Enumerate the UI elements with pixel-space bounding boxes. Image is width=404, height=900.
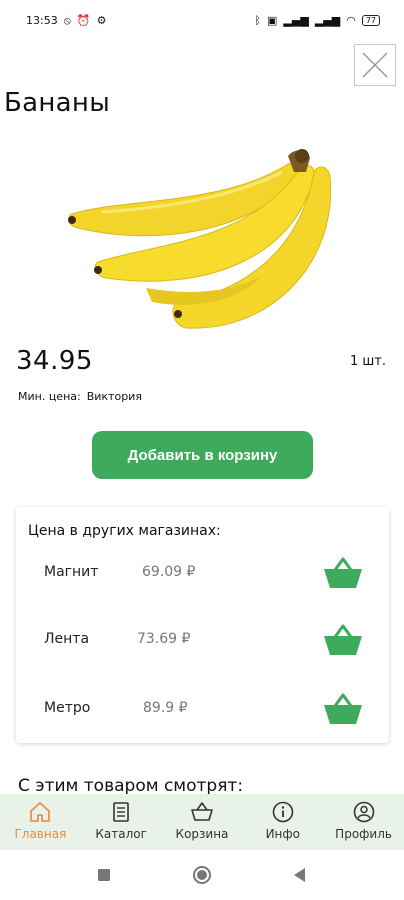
min-price-store: Виктория	[86, 390, 142, 403]
shop-price: 69.09 ₽	[142, 564, 196, 580]
home-icon	[30, 802, 51, 822]
related-title: С этим товаром смотрят:	[18, 776, 244, 796]
product-image	[68, 149, 332, 329]
product-unit: 1 шт.	[349, 354, 386, 369]
nav-item-catalog[interactable]: Каталог	[85, 800, 157, 841]
status-time: 13:53	[26, 13, 58, 27]
shop-row: Магнит 69.09 ₽	[16, 554, 389, 594]
shop-row: Лента 73.69 ₽	[16, 621, 389, 661]
product-title: Бананы	[4, 88, 111, 118]
shop-row: Метро 89.9 ₽	[16, 690, 389, 730]
product-price: 34.95	[16, 346, 93, 376]
back-triangle-icon	[294, 868, 305, 882]
other-shops-title: Цена в других магазинах:	[28, 523, 221, 539]
basket-icon[interactable]	[321, 690, 365, 730]
nav-item-home[interactable]: Главная	[4, 800, 76, 841]
status-left: 13:53 ⦸ ⏰ ⚙	[26, 14, 106, 27]
other-shops-card: Цена в других магазинах: Магнит 69.09 ₽ …	[16, 507, 389, 743]
nfc-icon: ▣	[267, 13, 278, 27]
system-nav-bar	[0, 850, 404, 900]
basket-icon	[191, 802, 213, 821]
shop-price: 73.69 ₽	[137, 631, 191, 647]
nav-item-cart[interactable]: Корзина	[166, 800, 238, 841]
nav-label: Инфо	[265, 827, 300, 841]
basket-icon[interactable]	[321, 621, 365, 661]
nav-label: Каталог	[95, 827, 147, 841]
recents-button[interactable]	[94, 865, 114, 885]
signal-icon: ▂▄▆	[283, 13, 309, 27]
status-bar: 13:53 ⦸ ⏰ ⚙ ᛒ ▣ ▂▄▆ ▂▄▆ ◠ 77	[0, 0, 404, 40]
back-system-button[interactable]	[290, 865, 310, 885]
nav-item-info[interactable]: Инфо	[247, 800, 319, 841]
catalog-icon	[113, 802, 129, 822]
battery-icon: 77	[361, 14, 380, 26]
bottom-nav: Главная Каталог Корзина Инфо Профиль	[0, 794, 404, 850]
square-icon	[98, 869, 110, 881]
home-system-button[interactable]	[192, 865, 212, 885]
min-price: Мин. цена: Виктория	[18, 390, 142, 403]
add-to-cart-button[interactable]: Добавить в корзину	[92, 431, 313, 479]
close-button[interactable]	[354, 44, 396, 86]
shop-name: Магнит	[44, 564, 99, 580]
shop-name: Метро	[44, 700, 91, 716]
battery-level: 77	[365, 15, 376, 25]
wifi-icon: ◠	[346, 13, 356, 27]
mute-icon: ⦸	[63, 13, 71, 27]
alarm-icon: ⏰	[76, 13, 91, 27]
basket-icon[interactable]	[321, 554, 365, 594]
bluetooth-icon: ᛒ	[254, 13, 262, 27]
min-price-label: Мин. цена:	[18, 390, 81, 403]
info-icon	[272, 801, 294, 823]
profile-icon	[353, 801, 374, 823]
circle-icon	[193, 866, 211, 884]
gear-icon: ⚙	[96, 13, 107, 27]
nav-item-profile[interactable]: Профиль	[328, 800, 400, 841]
shop-price: 89.9 ₽	[143, 700, 188, 716]
nav-label: Главная	[14, 827, 67, 841]
nav-label: Корзина	[175, 827, 229, 841]
close-icon	[362, 52, 388, 78]
nav-label: Профиль	[335, 827, 392, 841]
shop-name: Лента	[44, 631, 90, 647]
signal-icon: ▂▄▆	[314, 13, 341, 27]
status-right: ᛒ ▣ ▂▄▆ ▂▄▆ ◠ 77	[254, 13, 380, 27]
